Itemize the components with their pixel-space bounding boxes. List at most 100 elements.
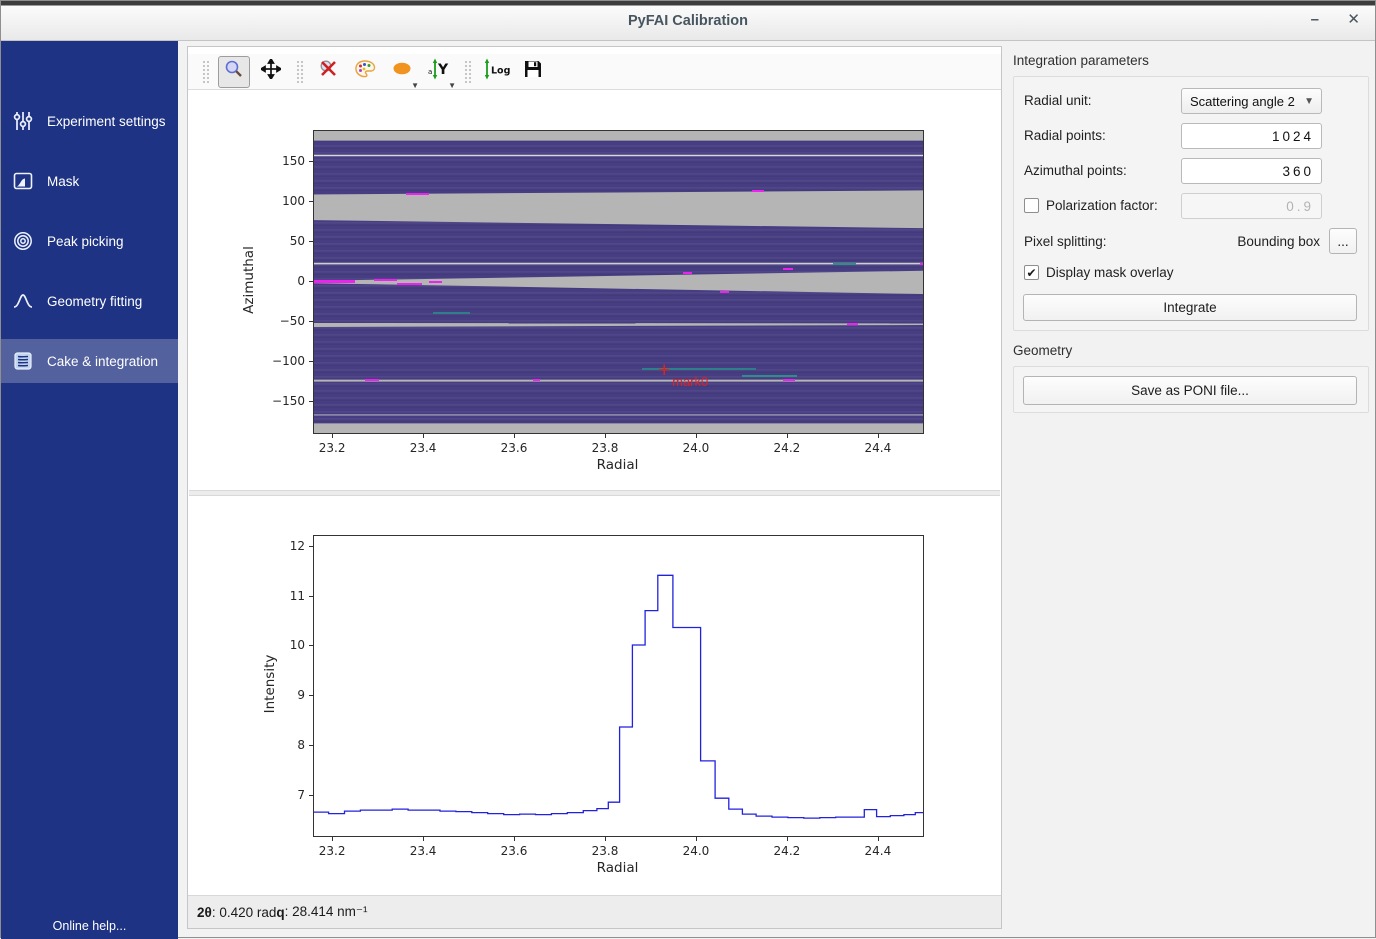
pyfai-window: PyFAI Calibration – ✕ Experiment setting… [0, 0, 1376, 938]
mask-image-icon [12, 170, 34, 192]
cake-axes: +mark0 [313, 130, 924, 434]
close-button[interactable]: ✕ [1347, 12, 1360, 27]
cake-lines-icon [12, 350, 34, 372]
sidebar-item-peak-picking[interactable]: Peak picking [1, 219, 178, 263]
sidebar: Experiment settings Mask Peak picking Geome… [1, 41, 178, 939]
cake-image-plot[interactable]: +mark023.223.423.623.824.024.224.4150100… [188, 91, 1001, 490]
y-axis-label: Intensity [262, 614, 278, 754]
colormap-button[interactable] [349, 56, 381, 88]
integration-parameters-title: Integration parameters [1013, 53, 1149, 68]
x-tick-label: 24.0 [683, 844, 710, 858]
hot-pixel [920, 263, 923, 265]
zoom-mode-button[interactable] [218, 56, 250, 88]
sidebar-items: Experiment settings Mask Peak picking Geome… [1, 99, 178, 399]
sidebar-item-label: Mask [47, 174, 79, 189]
y-tick-label: 100 [200, 194, 305, 208]
x-tick [332, 434, 333, 438]
sidebar-item-mask[interactable]: Mask [1, 159, 178, 203]
y-tick [309, 361, 313, 362]
toolbar-grip [296, 60, 303, 84]
save-button[interactable] [517, 56, 549, 88]
intensity-curve [314, 536, 923, 836]
hot-pixel [752, 190, 765, 192]
sidebar-item-experiment-settings[interactable]: Experiment settings [1, 99, 178, 143]
hot-pixel [429, 281, 443, 283]
toolbar-grip [464, 60, 471, 84]
toolbar-grip [202, 60, 209, 84]
x-tick-label: 23.2 [319, 844, 346, 858]
integration-parameters-group: Radial unit: Scattering angle 2 ▼ Radial… [1013, 76, 1369, 331]
x-tick [787, 434, 788, 438]
statusbar: 2θ: 0.420 rad q: 28.414 nm⁻¹ [188, 895, 1001, 928]
save-poni-button[interactable]: Save as PONI file... [1023, 376, 1357, 405]
hot-pixel [397, 283, 422, 285]
magnifier-icon [224, 59, 244, 84]
azimuthal-points-input[interactable] [1181, 158, 1322, 184]
chevron-down-icon: ▼ [411, 81, 419, 90]
sidebar-item-cake-integration[interactable]: Cake & integration [1, 339, 178, 383]
window-title: PyFAI Calibration [1, 13, 1375, 29]
x-tick [787, 837, 788, 841]
x-tick-label: 24.0 [683, 441, 710, 455]
online-help-link[interactable]: Online help... [1, 919, 178, 933]
settings-panel: Integration parameters Radial unit: Scat… [1011, 41, 1376, 939]
pixel-splitting-value: Bounding box [1164, 234, 1320, 249]
reset-zoom-button[interactable] [312, 56, 344, 88]
status-text: : 0.420 rad [212, 905, 277, 920]
sidebar-item-label: Geometry fitting [47, 294, 142, 309]
polarization-input[interactable] [1181, 193, 1322, 219]
integrated-curve-plot[interactable]: 23.223.423.623.824.024.224.4789101112Rad… [188, 496, 1001, 896]
radial-points-label: Radial points: [1024, 128, 1106, 143]
x-tick-label: 24.4 [865, 844, 892, 858]
y-tick-label: −150 [200, 394, 305, 408]
minimize-button[interactable]: – [1311, 12, 1319, 27]
x-tick [423, 434, 424, 438]
sidebar-item-label: Peak picking [47, 234, 124, 249]
hot-pixel [406, 193, 429, 195]
zoom-reset-icon [318, 59, 338, 84]
mask-overlay-checkbox[interactable]: ✔ [1024, 265, 1039, 280]
hot-pixel [783, 379, 794, 381]
peak-curve-icon [12, 290, 34, 312]
svg-text:Log: Log [491, 66, 510, 77]
y-tick-label: 9 [200, 688, 305, 702]
y-tick-label: −100 [200, 354, 305, 368]
radial-unit-select[interactable]: Scattering angle 2 ▼ [1181, 88, 1322, 114]
pixel-splitting-more-button[interactable]: ... [1329, 228, 1357, 254]
x-tick-label: 24.2 [774, 844, 801, 858]
x-axis-label: Radial [518, 457, 718, 473]
hot-pixel [533, 379, 540, 381]
y-tick [309, 695, 313, 696]
polarization-checkbox[interactable] [1024, 198, 1039, 213]
geometry-group: Save as PONI file... [1013, 366, 1369, 413]
hot-pixel [433, 312, 469, 314]
x-tick [514, 434, 515, 438]
chevron-down-icon: ▼ [448, 81, 456, 90]
x-tick [423, 837, 424, 841]
hot-pixel [314, 280, 355, 283]
status-text: 2θ [197, 905, 212, 920]
x-tick-label: 24.4 [865, 441, 892, 455]
pan-mode-button[interactable] [255, 56, 287, 88]
integrate-button[interactable]: Integrate [1023, 294, 1357, 321]
y-tick [309, 201, 313, 202]
radial-points-input[interactable] [1181, 123, 1322, 149]
x-tick [696, 434, 697, 438]
hot-pixel [833, 263, 856, 265]
log-scale-button[interactable]: Log [480, 56, 512, 88]
y-tick [309, 645, 313, 646]
hot-pixel [374, 279, 397, 281]
mask-display-button[interactable]: ▼ [386, 56, 418, 88]
y-tick [309, 281, 313, 282]
x-tick [332, 837, 333, 841]
sidebar-item-geometry-fitting[interactable]: Geometry fitting [1, 279, 178, 323]
sliders-icon [12, 110, 34, 132]
save-icon [523, 59, 543, 84]
radial-unit-value: Scattering angle 2 [1182, 94, 1297, 109]
x-tick [878, 434, 879, 438]
y-axis-orientation-button[interactable]: aY▼ [423, 56, 455, 88]
svg-text:Y: Y [437, 62, 449, 78]
y-tick [309, 795, 313, 796]
pixel-splitting-label: Pixel splitting: [1024, 234, 1107, 249]
cake-heatmap: +mark0 [314, 131, 923, 433]
